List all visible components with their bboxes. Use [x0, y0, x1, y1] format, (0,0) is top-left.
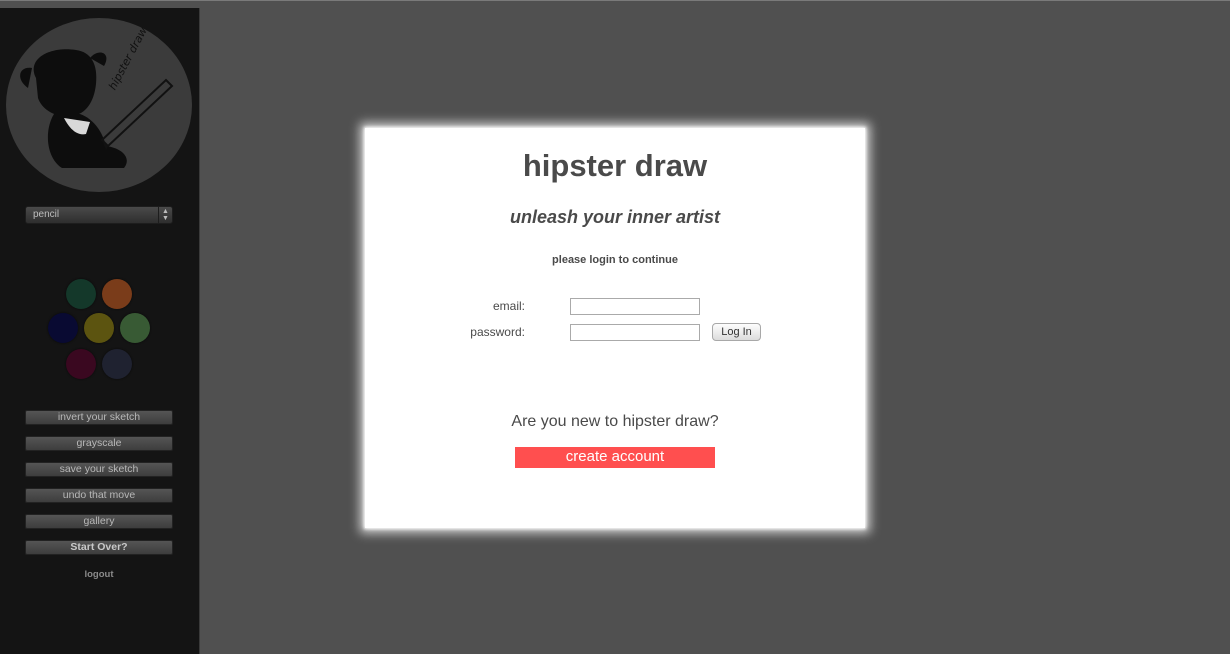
- modal-title: hipster draw: [522, 148, 708, 183]
- login-note: please login to continue: [552, 254, 678, 266]
- start-over-button[interactable]: Start Over?: [25, 540, 173, 555]
- swatch-slate[interactable]: [102, 349, 132, 379]
- tool-select-value: pencil: [33, 209, 60, 220]
- login-modal: hipster draw unleash your inner artist p…: [365, 128, 865, 528]
- grayscale-button[interactable]: grayscale: [25, 436, 173, 451]
- new-user-prompt: Are you new to hipster draw?: [511, 413, 719, 430]
- logout-link[interactable]: logout: [25, 569, 173, 580]
- password-field[interactable]: [570, 324, 700, 341]
- swatch-yellow[interactable]: [84, 313, 114, 343]
- hipster-draw-logo: hipster draw: [6, 18, 192, 192]
- swatch-orange[interactable]: [102, 279, 132, 309]
- create-account-button[interactable]: create account: [515, 447, 715, 468]
- top-border: [0, 0, 1230, 1]
- swatch-magenta[interactable]: [66, 349, 96, 379]
- save-sketch-button[interactable]: save your sketch: [25, 462, 173, 477]
- undo-button[interactable]: undo that move: [25, 488, 173, 503]
- select-arrows-icon: ▲ ▼: [158, 207, 172, 223]
- invert-sketch-button[interactable]: invert your sketch: [25, 410, 173, 425]
- email-label: email:: [492, 299, 525, 313]
- tool-select[interactable]: pencil ▲ ▼: [25, 206, 173, 224]
- sidebar: hipster draw pencil ▲ ▼ invert your sketc…: [0, 8, 200, 654]
- login-button[interactable]: Log In: [712, 323, 761, 341]
- password-label: password:: [470, 325, 525, 339]
- swatch-light-green[interactable]: [120, 313, 150, 343]
- email-field[interactable]: [570, 298, 700, 315]
- modal-subtitle: unleash your inner artist: [509, 207, 721, 227]
- gallery-button[interactable]: gallery: [25, 514, 173, 529]
- swatch-dark-green[interactable]: [66, 279, 96, 309]
- swatch-navy[interactable]: [48, 313, 78, 343]
